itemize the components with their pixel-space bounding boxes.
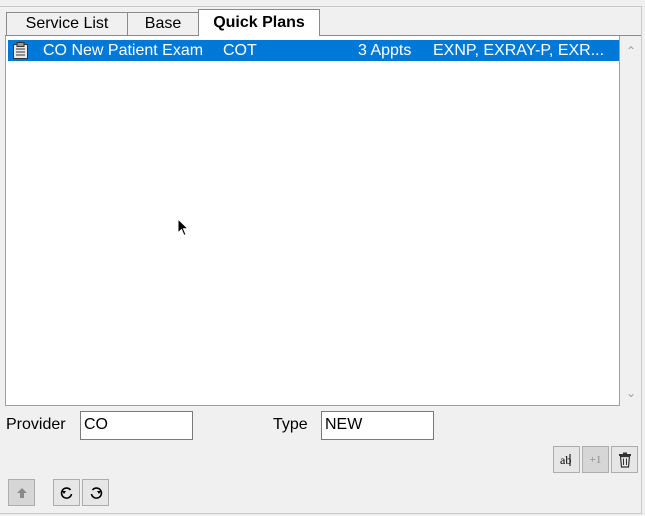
tab-quick-plans-label: Quick Plans [213, 14, 305, 31]
frame-top-border [0, 6, 641, 7]
rotate-left-button[interactable] [53, 479, 80, 506]
quick-plans-list[interactable]: CO New Patient Exam COT 3 Appts EXNP, EX… [5, 36, 620, 406]
tab-base[interactable]: Base [127, 12, 199, 35]
rotate-right-button[interactable] [82, 479, 109, 506]
plan-name: CO New Patient Exam [43, 42, 204, 59]
tab-service-list[interactable]: Service List [6, 12, 128, 35]
type-field[interactable]: NEW [321, 411, 434, 440]
provider-label: Provider [6, 416, 66, 433]
trash-icon [618, 452, 631, 468]
provider-field[interactable]: CO [80, 411, 193, 440]
up-arrow-icon [16, 487, 27, 498]
move-up-button[interactable] [8, 479, 35, 506]
frame-bottom-border [0, 513, 641, 514]
list-scrollbar[interactable]: ⌃ ⌄ [621, 36, 640, 406]
plus-one-label: +1 [589, 453, 602, 466]
scroll-down-arrow-icon[interactable]: ⌄ [624, 387, 638, 399]
plan-provider: COT [223, 42, 257, 59]
clipboard-icon [13, 42, 28, 59]
type-label: Type [273, 416, 308, 433]
rotate-left-icon [60, 486, 72, 499]
rotate-right-icon [90, 486, 102, 499]
tab-base-label: Base [144, 15, 182, 32]
add-one-button[interactable]: +1 [582, 446, 609, 473]
frame-right-border [641, 6, 642, 514]
plan-codes: EXNP, EXRAY-P, EXR... [433, 42, 605, 59]
plan-appointments: 3 Appts [358, 42, 412, 59]
tab-service-list-label: Service List [25, 15, 109, 32]
delete-button[interactable] [611, 446, 638, 473]
edit-icon: ab [560, 453, 571, 467]
mouse-cursor-icon [177, 218, 189, 237]
edit-plan-button[interactable]: ab [553, 446, 580, 473]
tab-quick-plans[interactable]: Quick Plans [198, 9, 320, 36]
list-item[interactable]: CO New Patient Exam COT 3 Appts EXNP, EX… [8, 40, 619, 61]
scroll-up-arrow-icon[interactable]: ⌃ [624, 45, 638, 57]
